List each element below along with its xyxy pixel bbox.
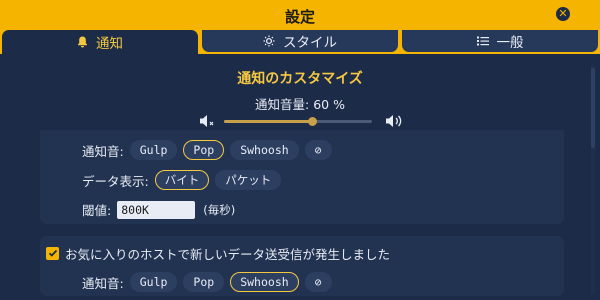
sound-row: 通知音: Gulp Pop Swhoosh ⊘ bbox=[82, 140, 338, 160]
tab-label: 一般 bbox=[496, 35, 524, 51]
threshold-input[interactable]: 800K bbox=[117, 200, 196, 219]
list-icon bbox=[476, 36, 489, 46]
tab-bar: 通知 スタイル 一般 bbox=[0, 30, 600, 54]
volume-label: 通知音量: 60 % bbox=[255, 97, 345, 112]
sound-chip-gulp[interactable]: Gulp bbox=[129, 140, 178, 160]
data-display-row: データ表示: バイト パケット bbox=[82, 170, 287, 190]
threshold-unit: (毎秒) bbox=[203, 202, 236, 217]
tab-label: 通知 bbox=[96, 36, 123, 52]
volume-slider-handle[interactable] bbox=[308, 117, 318, 126]
sound-chip-gulp[interactable]: Gulp bbox=[129, 272, 178, 292]
title-bar: 設定 ✕ bbox=[0, 0, 600, 30]
sound-chip-swhoosh[interactable]: Swhoosh bbox=[230, 272, 299, 292]
sound-chip-pop[interactable]: Pop bbox=[183, 140, 225, 160]
prohibited-icon: ⊘ bbox=[314, 275, 322, 289]
sound-chip-swhoosh[interactable]: Swhoosh bbox=[230, 140, 299, 160]
volume-slider[interactable] bbox=[224, 117, 372, 126]
volume-slider-row bbox=[198, 112, 404, 132]
tab-notifications[interactable]: 通知 bbox=[2, 30, 198, 54]
notification-card-data: 通知音: Gulp Pop Swhoosh ⊘ データ表示: バイト パケット … bbox=[40, 130, 564, 224]
sun-icon bbox=[263, 35, 275, 47]
window-title: 設定 bbox=[284, 8, 315, 26]
favorites-checkbox-row[interactable]: お気に入りのホストで新しいデータ送受信が発生しました bbox=[46, 244, 390, 263]
threshold-label: 閾値: bbox=[82, 203, 112, 218]
favorites-checkbox[interactable] bbox=[46, 247, 59, 260]
tab-label: スタイル bbox=[283, 35, 337, 51]
data-chip-packets[interactable]: パケット bbox=[215, 170, 282, 190]
close-icon: ✕ bbox=[558, 7, 568, 20]
volume-slider-fill bbox=[224, 120, 313, 123]
threshold-row: 閾値: 800K (毎秒) bbox=[82, 200, 235, 219]
section-title: 通知のカスタマイズ bbox=[237, 71, 363, 87]
checkmark-icon bbox=[48, 246, 58, 261]
data-chip-bytes[interactable]: バイト bbox=[154, 170, 210, 190]
close-button[interactable]: ✕ bbox=[556, 7, 570, 21]
sound-chip-none[interactable]: ⊘ bbox=[304, 140, 332, 160]
sound-label: 通知音: bbox=[82, 143, 124, 159]
sound-chip-pop[interactable]: Pop bbox=[183, 272, 225, 292]
prohibited-icon: ⊘ bbox=[314, 143, 322, 157]
sound-label: 通知音: bbox=[82, 275, 124, 291]
tab-style[interactable]: スタイル bbox=[202, 30, 398, 52]
sound-chip-none[interactable]: ⊘ bbox=[304, 272, 332, 292]
notification-card-favorites: お気に入りのホストで新しいデータ送受信が発生しました 通知音: Gulp Pop… bbox=[40, 236, 564, 296]
favorites-sound-row: 通知音: Gulp Pop Swhoosh ⊘ bbox=[82, 272, 338, 292]
scrollbar[interactable] bbox=[590, 64, 596, 294]
bell-icon bbox=[77, 36, 88, 48]
tab-general[interactable]: 一般 bbox=[402, 30, 598, 52]
favorites-checkbox-label: お気に入りのホストで新しいデータ送受信が発生しました bbox=[65, 247, 391, 262]
data-display-label: データ表示: bbox=[82, 173, 149, 189]
